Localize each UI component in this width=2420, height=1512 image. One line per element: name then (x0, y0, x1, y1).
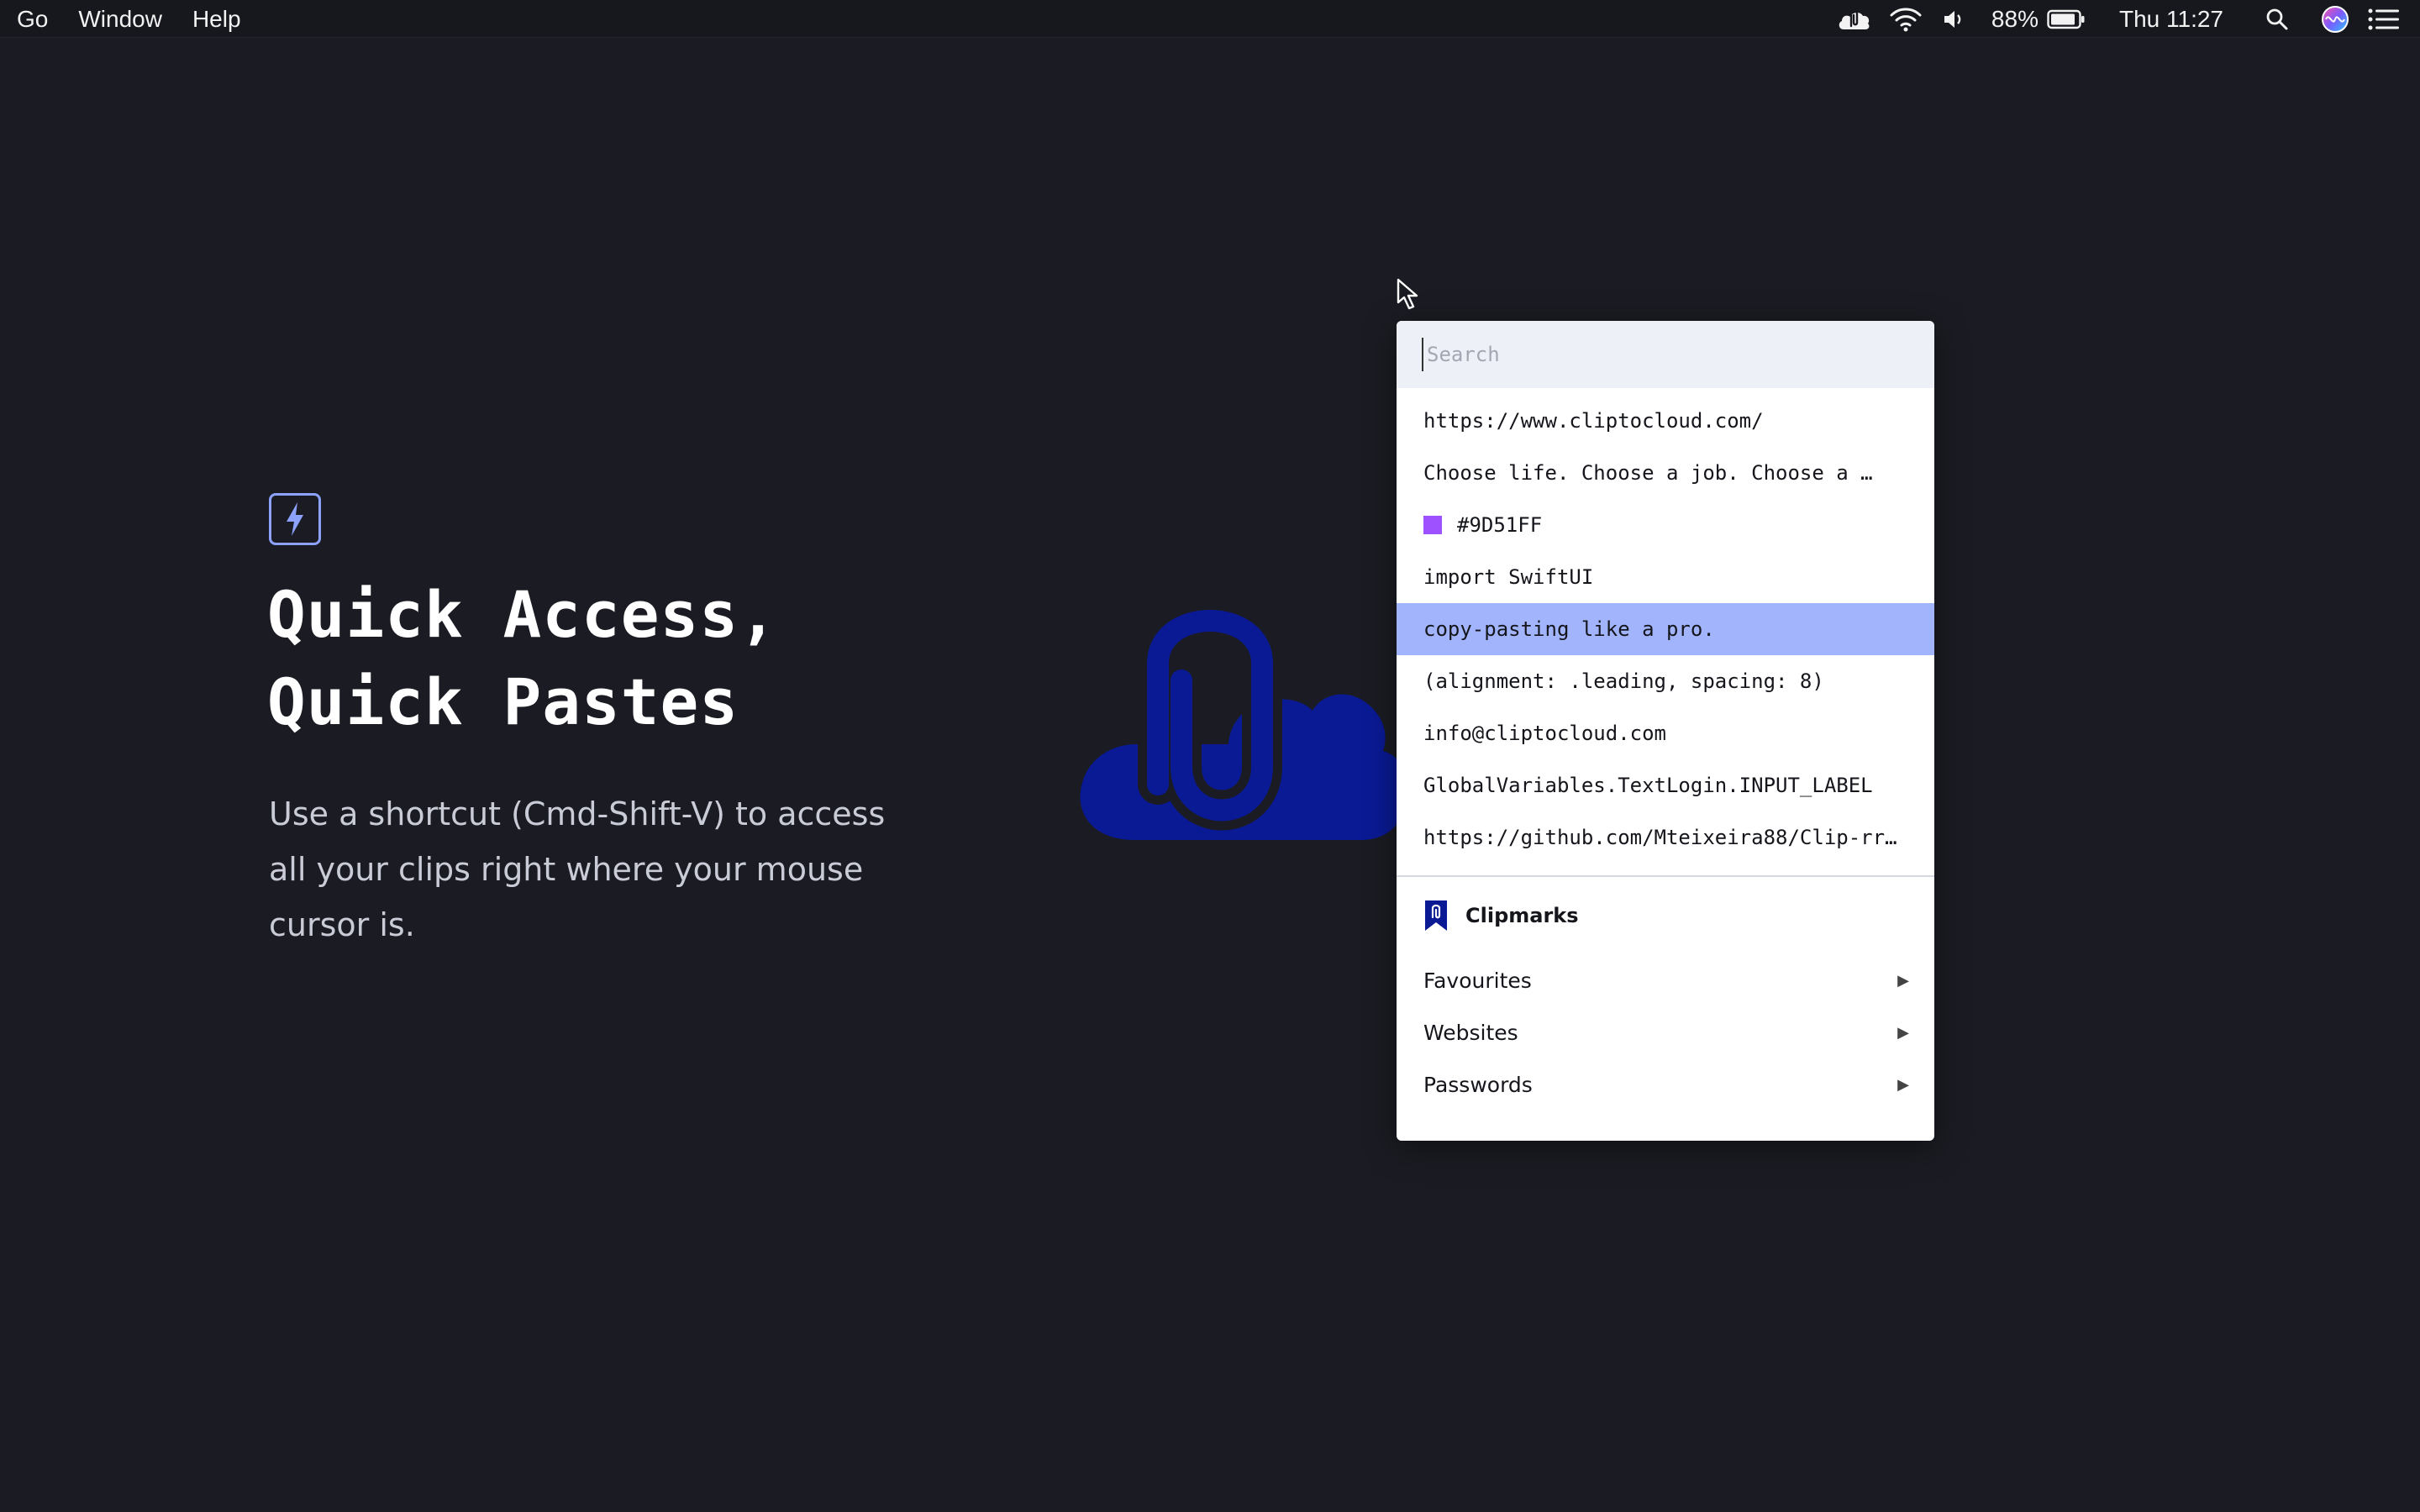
clip-item-selected[interactable]: copy-pasting like a pro. (1397, 603, 1934, 655)
clip-list: https://www.cliptocloud.com/ Choose life… (1397, 388, 1934, 864)
bookmark-icon (1425, 900, 1447, 931)
folder-websites[interactable]: Websites ▶ (1397, 1006, 1934, 1058)
color-swatch (1423, 516, 1442, 534)
folder-label: Favourites (1423, 968, 1532, 993)
cliptocloud-icon[interactable] (1837, 6, 1870, 33)
clip-item[interactable]: import SwiftUI (1397, 551, 1934, 603)
clip-text: Choose life. Choose a job. Choose a … (1423, 461, 1873, 485)
folder-favourites[interactable]: Favourites ▶ (1397, 954, 1934, 1006)
clip-text: import SwiftUI (1423, 565, 1594, 589)
submenu-arrow-icon: ▶ (1897, 971, 1909, 990)
battery-icon[interactable] (2047, 9, 2086, 29)
submenu-arrow-icon: ▶ (1897, 1075, 1909, 1094)
folder-label: Passwords (1423, 1072, 1533, 1097)
menu-go[interactable]: Go (17, 6, 48, 33)
search-input[interactable] (1422, 338, 1909, 371)
lightning-badge (269, 493, 321, 545)
quick-access-popup: https://www.cliptocloud.com/ Choose life… (1397, 321, 1934, 1141)
notification-center-icon[interactable] (2368, 8, 2400, 31)
clip-item[interactable]: https://github.com/Mteixeira88/Clip-rr… (1397, 811, 1934, 864)
clip-text: (alignment: .leading, spacing: 8) (1423, 669, 1824, 693)
search-bar (1397, 321, 1934, 388)
clipmarks-header: Clipmarks (1397, 877, 1934, 954)
app-menus: Go Window Help (17, 0, 271, 38)
page-title: Quick Access, Quick Pastes (267, 571, 778, 746)
menu-window[interactable]: Window (78, 6, 162, 33)
siri-icon[interactable] (2321, 5, 2349, 34)
clip-item[interactable]: Choose life. Choose a job. Choose a … (1397, 447, 1934, 499)
hero-description: Use a shortcut (Cmd-Shift-V) to access a… (269, 795, 886, 943)
submenu-arrow-icon: ▶ (1897, 1023, 1909, 1042)
menu-bar: Go Window Help 88% Thu 11:27 (0, 0, 2420, 38)
lightning-icon (287, 502, 303, 536)
battery-percent: 88% (1991, 5, 2039, 32)
clip-item[interactable]: GlobalVariables.TextLogin.INPUT_LABEL (1397, 759, 1934, 811)
clip-text: info@cliptocloud.com (1423, 722, 1666, 745)
clip-item[interactable]: https://www.cliptocloud.com/ (1397, 395, 1934, 447)
title-line-2: Quick Pastes (267, 664, 739, 739)
clip-text: https://github.com/Mteixeira88/Clip-rr… (1423, 826, 1897, 849)
clock[interactable]: Thu 11:27 (2119, 6, 2223, 33)
title-line-1: Quick Access, (267, 577, 778, 652)
menu-help[interactable]: Help (192, 6, 241, 33)
cliptocloud-logo-icon (1080, 601, 1408, 840)
clip-item[interactable]: info@cliptocloud.com (1397, 707, 1934, 759)
clip-text: https://www.cliptocloud.com/ (1423, 409, 1764, 433)
clip-item-color[interactable]: #9D51FF (1397, 499, 1934, 551)
clipmarks-title: Clipmarks (1465, 904, 1579, 927)
clip-text: copy-pasting like a pro. (1423, 617, 1715, 641)
folder-passwords[interactable]: Passwords ▶ (1397, 1058, 1934, 1110)
wifi-icon[interactable] (1889, 7, 1923, 32)
folder-label: Websites (1423, 1020, 1518, 1045)
clip-text: #9D51FF (1457, 513, 1543, 537)
clip-item[interactable]: (alignment: .leading, spacing: 8) (1397, 655, 1934, 707)
status-area: 88% Thu 11:27 (1837, 0, 2420, 38)
volume-icon[interactable] (1943, 8, 1966, 30)
clipmarks-folders: Favourites ▶ Websites ▶ Passwords ▶ (1397, 954, 1934, 1110)
mouse-cursor-icon (1397, 278, 1418, 310)
clip-text: GlobalVariables.TextLogin.INPUT_LABEL (1423, 774, 1873, 797)
spotlight-search-icon[interactable] (2265, 8, 2289, 31)
